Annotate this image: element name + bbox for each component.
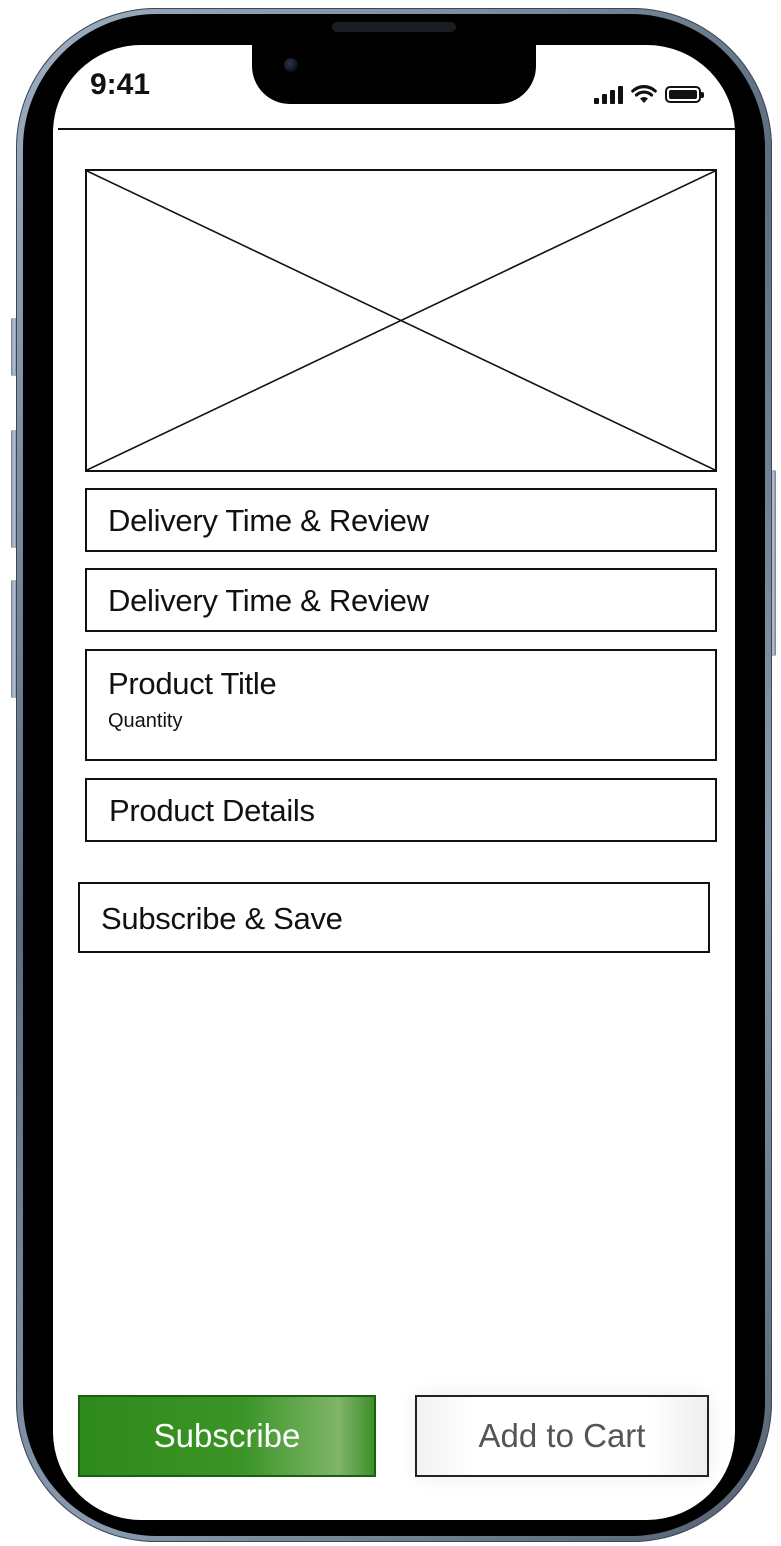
product-title: Product Title (108, 666, 277, 701)
image-placeholder-icon (87, 171, 715, 470)
delivery-time-review-box-2[interactable]: Delivery Time & Review (85, 568, 717, 632)
delivery-time-review-label: Delivery Time & Review (108, 503, 429, 538)
product-image-placeholder (85, 169, 717, 472)
quantity-label: Quantity (108, 710, 183, 732)
wifi-icon (631, 85, 657, 103)
front-camera-icon (284, 58, 298, 72)
subscribe-save-label: Subscribe & Save (101, 901, 343, 936)
status-time: 9:41 (90, 68, 151, 101)
product-title-box[interactable]: Product Title Quantity (85, 649, 717, 761)
delivery-time-review-box[interactable]: Delivery Time & Review (85, 488, 717, 552)
cellular-signal-icon (594, 84, 623, 104)
subscribe-button[interactable]: Subscribe (78, 1395, 376, 1477)
product-details-box[interactable]: Product Details (85, 778, 717, 842)
status-icons (594, 80, 704, 104)
product-details-label: Product Details (109, 793, 315, 828)
phone-mockup: 9:41 Delivery Time & Review Delivery Tim… (0, 0, 781, 1546)
battery-icon (665, 86, 704, 103)
subscribe-save-box[interactable]: Subscribe & Save (78, 882, 710, 953)
add-to-cart-button[interactable]: Add to Cart (415, 1395, 709, 1477)
speaker-grille (332, 22, 456, 32)
battery-level (669, 90, 697, 99)
delivery-time-review-label-2: Delivery Time & Review (108, 583, 429, 618)
header-divider (58, 128, 736, 130)
